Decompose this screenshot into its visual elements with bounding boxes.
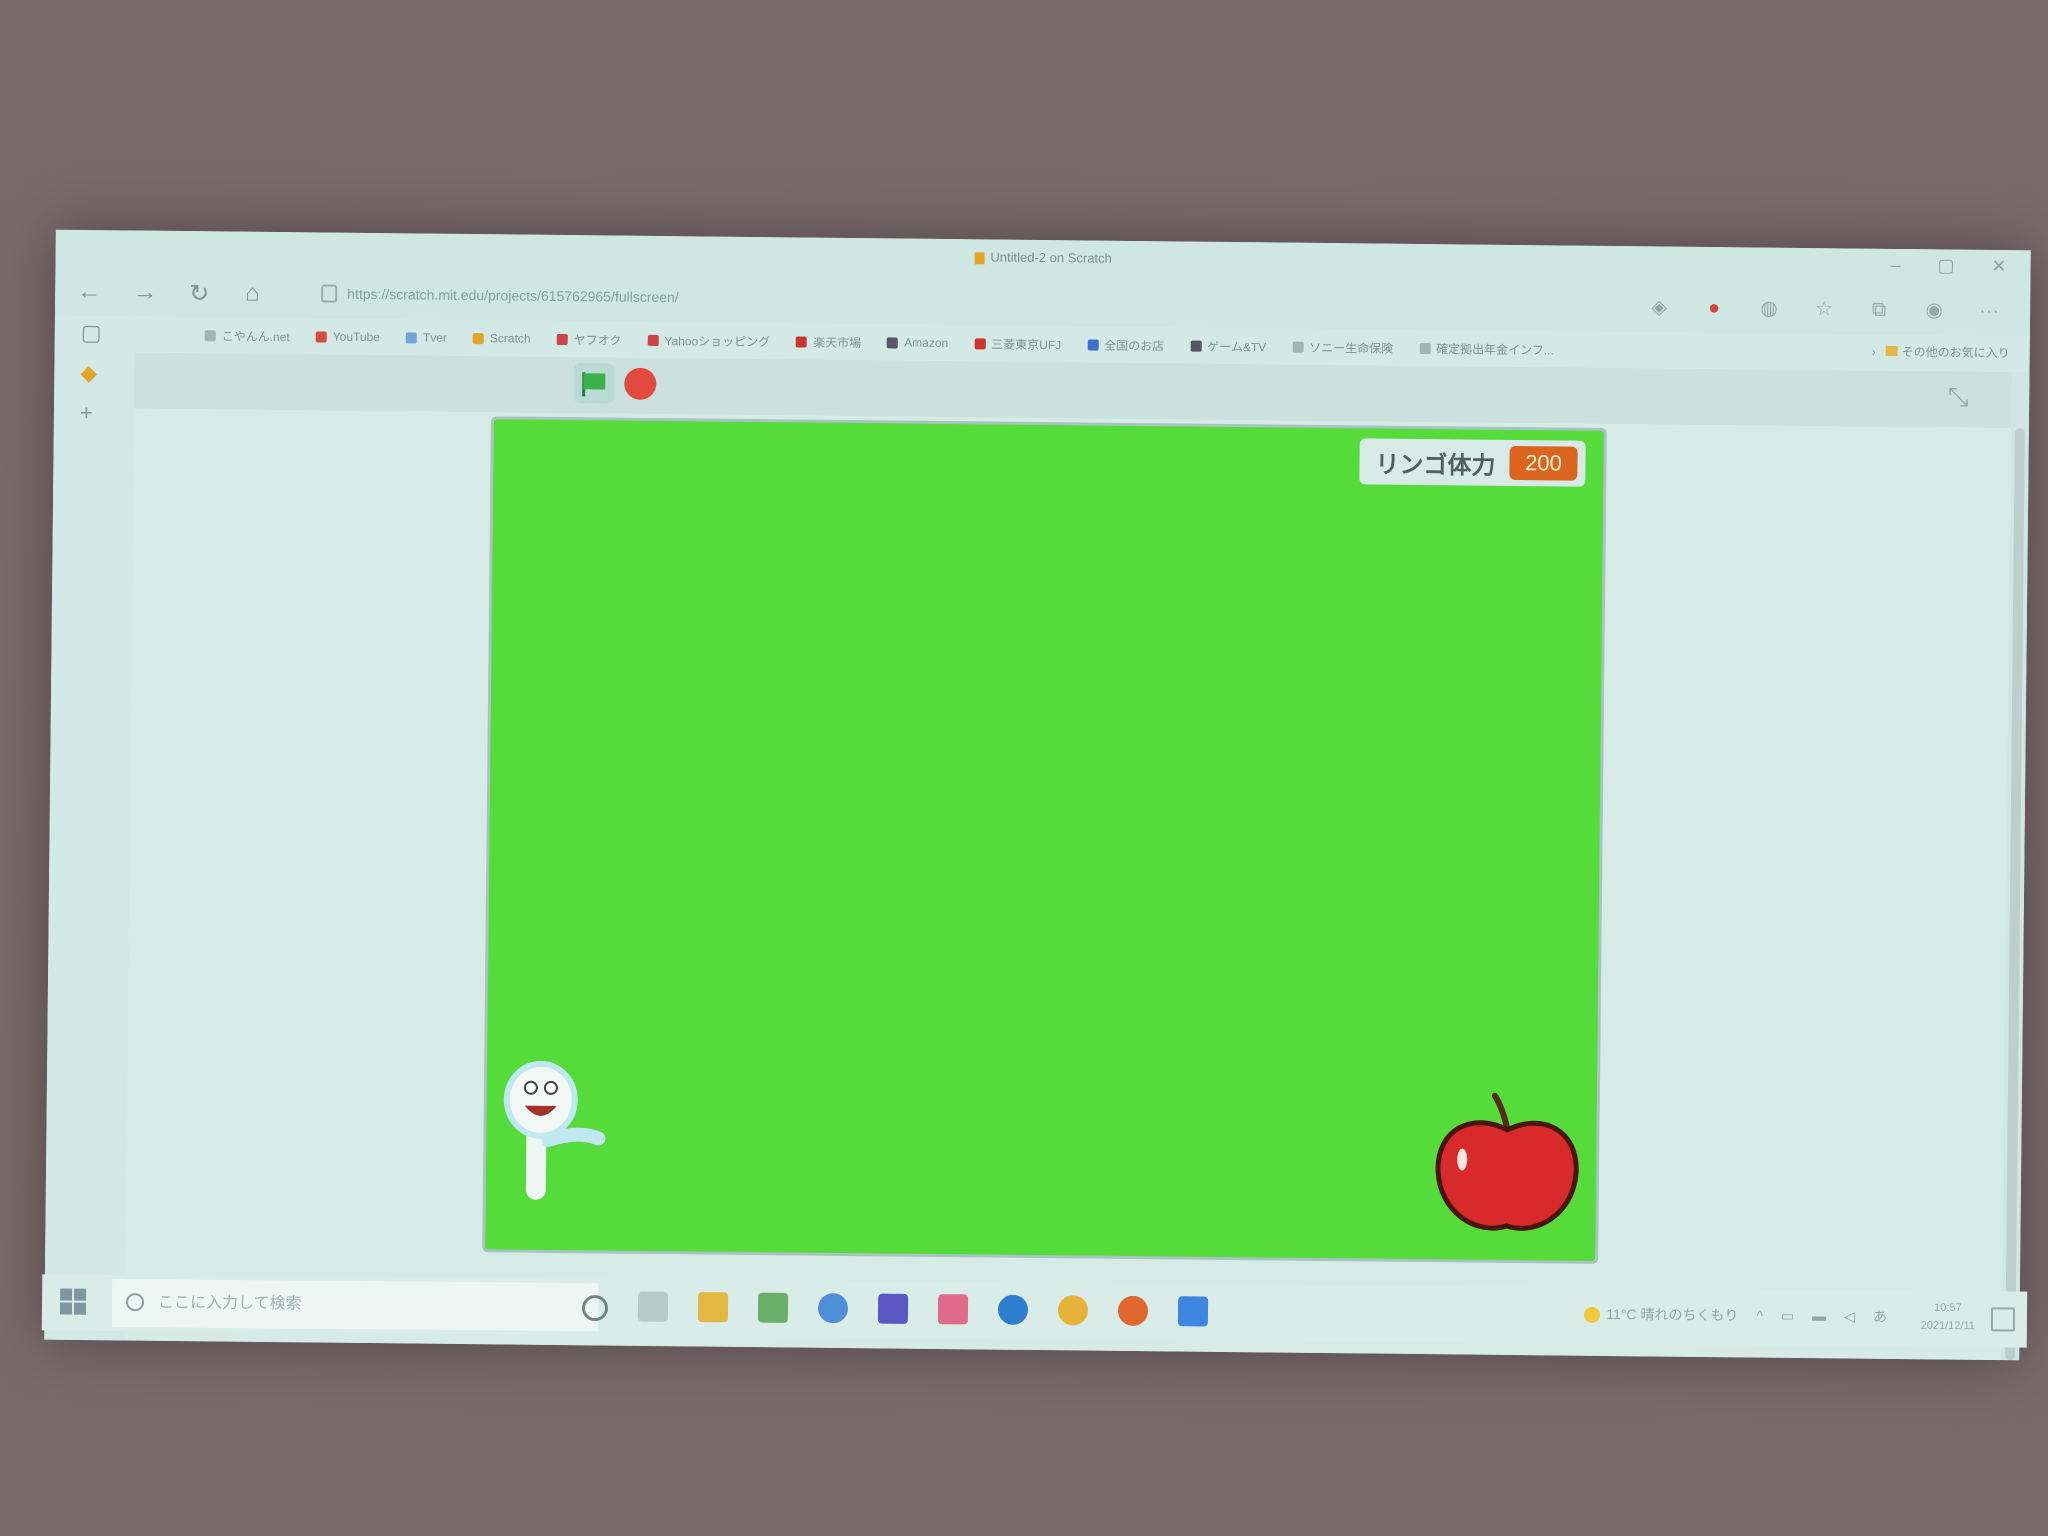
close-button[interactable]: ✕ bbox=[1991, 256, 2006, 277]
variable-monitor: リンゴ体力 200 bbox=[1359, 438, 1586, 487]
bookmark-item[interactable]: ヤフオク bbox=[556, 330, 622, 348]
chrome-icon[interactable] bbox=[1057, 1295, 1089, 1326]
bookmark-item[interactable]: 三菱東京UFJ bbox=[974, 335, 1061, 353]
scratch-stage[interactable]: リンゴ体力 200 bbox=[482, 416, 1607, 1264]
worm-sprite[interactable] bbox=[498, 1059, 620, 1210]
weather-widget[interactable]: 11°C 晴れのちくもり bbox=[1584, 1304, 1738, 1325]
start-tile bbox=[60, 1288, 73, 1301]
firefox-icon[interactable] bbox=[1117, 1295, 1149, 1326]
start-tile bbox=[59, 1302, 73, 1315]
youtube-icon bbox=[315, 330, 327, 343]
worm-head bbox=[503, 1060, 578, 1139]
yahoo-icon bbox=[647, 334, 659, 346]
start-tile bbox=[73, 1302, 87, 1315]
green-flag-icon bbox=[583, 373, 606, 390]
shield-icon[interactable]: ◍ bbox=[1758, 298, 1780, 320]
tver-icon bbox=[405, 331, 418, 343]
bank-icon bbox=[974, 337, 986, 349]
task-view-icon[interactable] bbox=[637, 1291, 669, 1322]
bookmark-item[interactable]: Yahooショッピング bbox=[647, 331, 770, 349]
stop-button[interactable] bbox=[624, 367, 657, 400]
cortana-icon[interactable] bbox=[581, 1295, 609, 1322]
apple-sprite[interactable] bbox=[1431, 1089, 1583, 1241]
app-icon[interactable] bbox=[1177, 1296, 1209, 1327]
more-menu-icon[interactable]: ··· bbox=[1978, 300, 2000, 322]
system-tray: 11°C 晴れのちくもり ^ ▭ ▬ ◁ あ bbox=[1584, 1304, 1887, 1327]
page-icon bbox=[1292, 341, 1304, 353]
bookmark-item[interactable]: ゲーム&TV bbox=[1190, 337, 1266, 355]
bookmark-item[interactable]: YouTube bbox=[315, 329, 380, 344]
folder-icon bbox=[1885, 345, 1898, 356]
rakuten-icon bbox=[796, 335, 808, 348]
apple-body bbox=[1435, 1120, 1579, 1231]
info-app-icon[interactable] bbox=[817, 1293, 849, 1324]
windows-start-icon[interactable] bbox=[59, 1288, 88, 1316]
extension-icon[interactable]: ◈ bbox=[1648, 296, 1670, 318]
app-icon[interactable] bbox=[757, 1292, 789, 1323]
edge-icon[interactable] bbox=[997, 1294, 1029, 1325]
new-tab-icon[interactable]: + bbox=[80, 400, 93, 426]
bookmark-item[interactable]: こやんん.net bbox=[204, 327, 290, 345]
taskbar-search-box[interactable]: ここに入力して検索 bbox=[111, 1278, 599, 1332]
tab-actions-icon[interactable]: ▢ bbox=[81, 320, 102, 346]
url-field[interactable]: https://scratch.mit.edu/projects/6157629… bbox=[315, 280, 1247, 316]
bookmark-item[interactable]: 全国のお店 bbox=[1087, 336, 1164, 354]
bookmark-item[interactable]: 楽天市場 bbox=[796, 333, 861, 351]
forward-icon[interactable]: → bbox=[133, 279, 157, 307]
scratch-tab-icon[interactable]: ◆ bbox=[80, 360, 97, 386]
volume-icon[interactable]: ◁ bbox=[1844, 1308, 1855, 1325]
start-tile bbox=[74, 1288, 87, 1301]
page-icon bbox=[1419, 342, 1431, 354]
refresh-icon[interactable]: ↻ bbox=[189, 279, 209, 308]
scratch-icon bbox=[472, 332, 484, 344]
chevron-right-icon[interactable]: › bbox=[1872, 344, 1876, 358]
clock[interactable]: 10:57 2021/12/11 bbox=[1921, 1299, 1976, 1335]
back-icon[interactable]: ← bbox=[77, 278, 101, 306]
bookmark-item[interactable]: 確定拠出年金インフ... bbox=[1419, 339, 1554, 357]
app-icon[interactable] bbox=[937, 1294, 969, 1325]
home-icon[interactable]: ⌂ bbox=[245, 280, 260, 308]
lock-icon bbox=[321, 284, 338, 303]
worm-body bbox=[525, 1119, 547, 1200]
bookmark-item[interactable]: Amazon bbox=[887, 335, 948, 350]
maximize-button[interactable]: ▢ bbox=[1937, 255, 1954, 276]
vertical-tab-rail: ▢ ◆ + bbox=[44, 315, 136, 1341]
time: 10:57 bbox=[1934, 1301, 1962, 1315]
bookmarks-overflow: › その他のお気に入り bbox=[1872, 343, 2010, 361]
bookmark-item[interactable]: Scratch bbox=[472, 331, 531, 346]
store-icon bbox=[1087, 338, 1099, 351]
file-explorer-icon[interactable] bbox=[697, 1292, 729, 1323]
collections-icon[interactable]: ⧉ bbox=[1868, 299, 1890, 321]
worm-eye bbox=[543, 1080, 558, 1095]
page-icon bbox=[204, 329, 216, 341]
amazon-icon bbox=[887, 336, 899, 349]
minimize-button[interactable]: – bbox=[1890, 255, 1900, 276]
profile-icon[interactable]: ◉ bbox=[1923, 299, 1945, 321]
favorites-icon[interactable]: ☆ bbox=[1813, 298, 1835, 320]
chevron-up-icon[interactable]: ^ bbox=[1756, 1307, 1763, 1323]
worm-eye bbox=[523, 1080, 538, 1095]
app-icon[interactable] bbox=[877, 1293, 909, 1324]
date: 2021/12/11 bbox=[1920, 1319, 1975, 1333]
variable-name: リンゴ体力 bbox=[1375, 451, 1496, 480]
exit-fullscreen-icon[interactable]: ⤡ bbox=[1943, 381, 1973, 412]
notification-icon[interactable] bbox=[1990, 1307, 2016, 1332]
projected-screen: Untitled-2 on Scratch – ▢ ✕ ← → ↻ ⌂ http… bbox=[44, 229, 2031, 1361]
bookmark-item[interactable]: Tver bbox=[405, 330, 447, 345]
variable-value: 200 bbox=[1509, 445, 1578, 481]
search-icon bbox=[125, 1293, 145, 1312]
green-flag-button[interactable] bbox=[574, 363, 615, 404]
battery-icon[interactable]: ▬ bbox=[1812, 1308, 1826, 1324]
other-favorites-folder[interactable]: その他のお気に入り bbox=[1885, 343, 2010, 361]
game-icon bbox=[1190, 340, 1202, 352]
record-icon[interactable]: ● bbox=[1703, 297, 1725, 319]
yahoo-icon bbox=[556, 333, 568, 345]
network-icon[interactable]: ▭ bbox=[1781, 1307, 1794, 1324]
scratch-tab-icon bbox=[974, 251, 985, 264]
bookmark-item[interactable]: ソニー生命保険 bbox=[1292, 338, 1393, 356]
ime-indicator[interactable]: あ bbox=[1873, 1306, 1887, 1326]
weather-icon bbox=[1584, 1307, 1601, 1324]
